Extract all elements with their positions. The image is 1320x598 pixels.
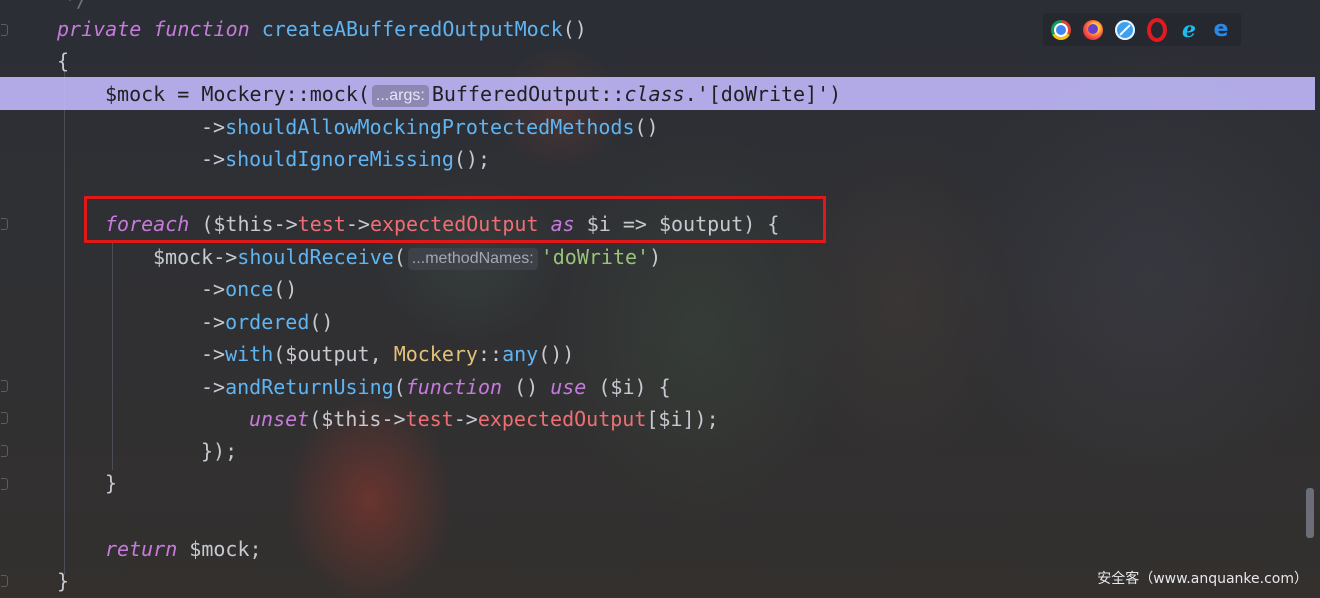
token: (): [562, 17, 587, 41]
code-line-7[interactable]: $mock->shouldReceive(...methodNames:'doW…: [153, 243, 661, 271]
token: any: [502, 342, 539, 366]
fold-marker-icon[interactable]: [0, 218, 10, 230]
token: ($this->: [309, 407, 406, 431]
firefox-icon[interactable]: [1083, 19, 1103, 40]
token: with: [225, 342, 274, 366]
code-line-15[interactable]: return $mock;: [105, 535, 262, 563]
scrollbar-thumb[interactable]: [1306, 488, 1314, 538]
token: ($output,: [273, 342, 394, 366]
token: test: [405, 407, 454, 431]
indent-guide: [112, 240, 113, 470]
fold-marker-icon[interactable]: [0, 445, 10, 457]
code-line-5[interactable]: ->shouldIgnoreMissing();: [201, 145, 490, 173]
token: }: [57, 569, 70, 593]
token: ->: [201, 375, 226, 399]
code-line-13[interactable]: });: [201, 437, 237, 465]
code-line-9[interactable]: ->ordered(): [201, 308, 333, 336]
token: ()): [538, 342, 575, 366]
indent-guide: [64, 70, 65, 575]
code-line-16[interactable]: }: [57, 567, 69, 595]
token: 'doWrite': [540, 245, 650, 269]
code-line-1[interactable]: private function createABufferedOutputMo…: [57, 15, 587, 43]
token: (: [393, 245, 406, 269]
annotation-box: [84, 196, 826, 243]
token: ();: [453, 147, 490, 171]
safari-icon[interactable]: [1115, 19, 1135, 40]
token: expectedOutput: [477, 407, 647, 431]
token: shouldReceive: [237, 245, 394, 269]
vertical-scrollbar[interactable]: [1306, 470, 1314, 540]
code-line-2[interactable]: {: [57, 47, 69, 75]
code-line-10[interactable]: ->with($output, Mockery::any()): [201, 340, 574, 368]
token: shouldAllowMockingProtectedMethods: [225, 115, 635, 139]
token: ->: [201, 310, 226, 334]
token: function: [153, 17, 250, 41]
token: class: [624, 82, 685, 106]
token: andReturnUsing: [225, 375, 394, 399]
token: (): [634, 115, 659, 139]
token: function: [405, 375, 503, 399]
token: createABufferedOutputMock: [261, 17, 563, 41]
token: BufferedOutput::: [431, 82, 625, 106]
token: Mockery: [393, 342, 478, 366]
token: $mock;: [177, 537, 262, 561]
code-comment-fragment: */: [64, 0, 89, 12]
fold-marker-icon[interactable]: [0, 575, 10, 587]
fold-marker-icon[interactable]: [0, 412, 10, 424]
token: ->: [453, 407, 478, 431]
parameter-hint: ...methodNames:: [407, 248, 538, 270]
token: (): [309, 310, 334, 334]
token: (: [393, 375, 406, 399]
fold-marker-icon[interactable]: [0, 380, 10, 392]
code-line-14[interactable]: }: [105, 469, 117, 497]
token: $mock = Mockery::mock(: [105, 82, 370, 106]
token: ->: [201, 147, 226, 171]
token: ->: [201, 277, 226, 301]
token: });: [201, 439, 238, 463]
token: return: [105, 537, 178, 561]
code-line-3[interactable]: $mock = Mockery::mock(...args: BufferedOu…: [105, 80, 841, 108]
token: (): [502, 375, 551, 399]
opera-icon[interactable]: [1147, 17, 1167, 42]
token: [$i]);: [646, 407, 719, 431]
token: use: [550, 375, 587, 399]
token: ordered: [225, 310, 310, 334]
fold-marker-icon[interactable]: [0, 478, 10, 490]
code-line-11[interactable]: ->andReturnUsing(function () use ($i) {: [201, 373, 671, 401]
token: }: [105, 471, 118, 495]
token: unset: [249, 407, 310, 431]
token: $mock->: [153, 245, 238, 269]
token: shouldIgnoreMissing: [225, 147, 454, 171]
edge-icon[interactable]: e: [1211, 18, 1231, 40]
watermark: 安全客（www.anquanke.com）: [1097, 571, 1308, 587]
token: (): [273, 277, 298, 301]
token: ::: [477, 342, 503, 366]
code-line-4[interactable]: ->shouldAllowMockingProtectedMethods(): [201, 113, 659, 141]
fold-marker-icon[interactable]: [0, 24, 10, 36]
token: ->: [201, 115, 226, 139]
token: .'[doWrite]'): [684, 82, 842, 106]
token: {: [57, 49, 70, 73]
token: ): [649, 245, 662, 269]
token: private: [57, 17, 142, 41]
parameter-hint: ...args:: [371, 85, 429, 107]
browser-preview-toolbar: e e: [1043, 13, 1241, 46]
token: ($i) {: [586, 375, 671, 399]
ie-icon[interactable]: e: [1179, 19, 1199, 41]
code-line-8[interactable]: ->once(): [201, 275, 297, 303]
token: once: [225, 277, 274, 301]
token: ->: [201, 342, 226, 366]
code-line-12[interactable]: unset($this->test->expectedOutput[$i]);: [249, 405, 719, 433]
chrome-icon[interactable]: [1051, 19, 1071, 40]
